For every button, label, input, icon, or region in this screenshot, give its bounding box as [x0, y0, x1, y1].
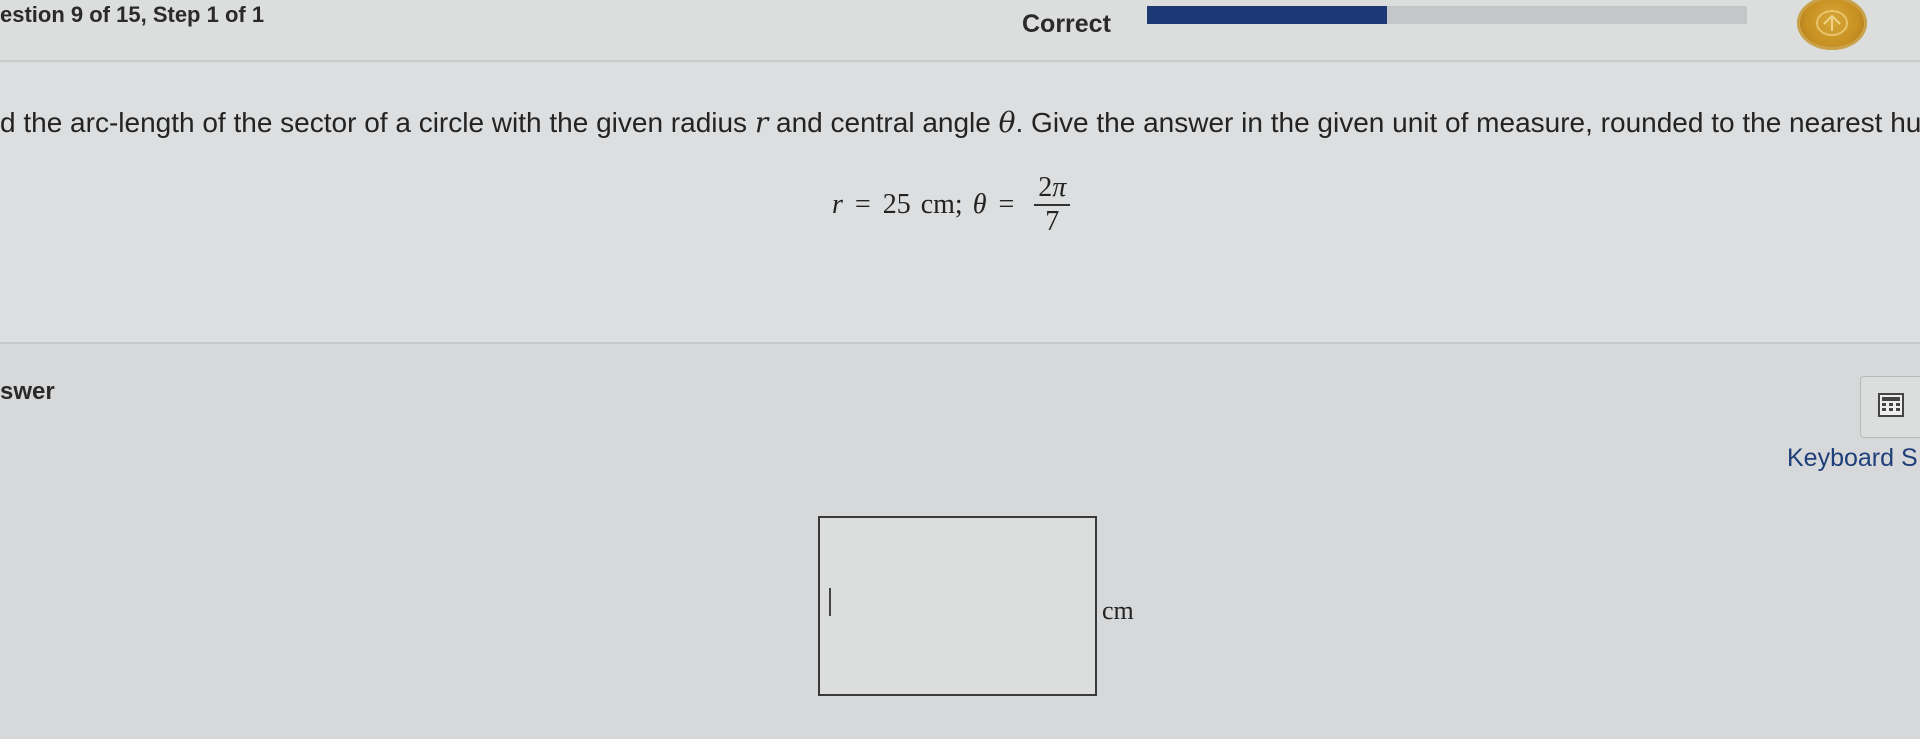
fraction-denominator: 7	[1045, 206, 1060, 237]
answer-box[interactable]	[818, 516, 1097, 696]
given-r-value: 25	[882, 189, 911, 220]
theta-fraction: 2π 7	[1034, 172, 1071, 238]
numerator-coefficient: 2	[1038, 172, 1053, 203]
instruction-part-1: d the arc-length of the sector of a circ…	[0, 107, 755, 138]
given-equals-1: =	[854, 189, 871, 220]
status-text: Correct	[1022, 10, 1111, 38]
keyboard-shortcuts-link[interactable]: Keyboard S	[1787, 444, 1918, 473]
progress-fill	[1147, 6, 1387, 24]
progress-bar	[1147, 6, 1747, 24]
calculator-button[interactable]	[1860, 376, 1920, 438]
instruction-var-r: r	[754, 106, 769, 139]
instruction-var-theta: θ	[998, 106, 1016, 139]
fraction-numerator: 2π	[1034, 172, 1071, 206]
answer-area: swer Keyboard S cm	[0, 344, 1920, 739]
given-r-var: r	[832, 189, 843, 220]
answer-input[interactable]	[830, 586, 1080, 622]
instruction-text: d the arc-length of the sector of a circ…	[0, 106, 1920, 139]
numerator-pi: π	[1052, 172, 1067, 203]
problem-area: d the arc-length of the sector of a circ…	[0, 62, 1920, 344]
answer-label: swer	[0, 378, 55, 405]
answer-unit-label: cm	[1102, 596, 1134, 625]
calculator-icon	[1877, 392, 1904, 422]
given-equals-2: =	[998, 189, 1015, 220]
question-step-label: estion 9 of 15, Step 1 of 1	[0, 2, 265, 27]
given-r-unit: cm;	[920, 189, 963, 220]
instruction-part-3: . Give the answer in the given unit of m…	[1015, 107, 1920, 138]
top-bar: estion 9 of 15, Step 1 of 1 Correct	[0, 0, 1920, 62]
given-theta-var: θ	[972, 189, 987, 220]
coin-icon[interactable]	[1797, 0, 1867, 50]
given-values: r = 25 cm; θ = 2π 7	[832, 172, 1071, 238]
instruction-part-2: and central angle	[768, 107, 999, 138]
